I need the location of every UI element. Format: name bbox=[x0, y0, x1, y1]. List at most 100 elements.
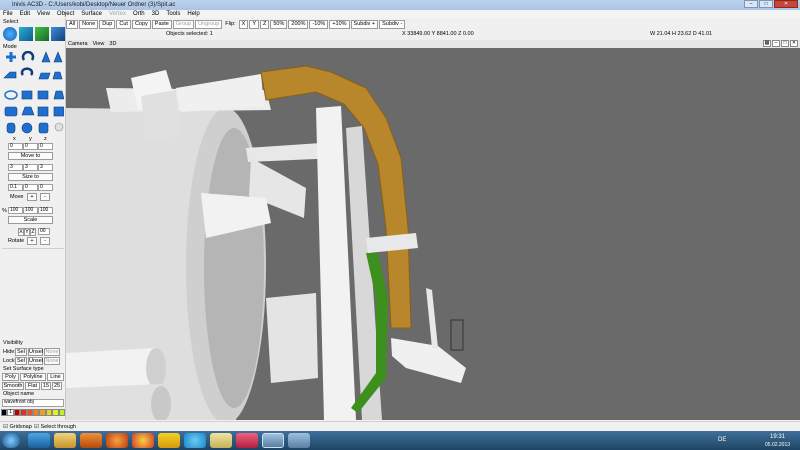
move-x-input[interactable]: 0.1 bbox=[8, 184, 23, 191]
extrude-tool-icon[interactable] bbox=[41, 51, 51, 63]
size-z-input[interactable]: 3 bbox=[38, 164, 53, 171]
rectangle-tool-icon[interactable] bbox=[21, 90, 33, 100]
image-app-icon[interactable] bbox=[288, 433, 310, 448]
flip-x-button[interactable]: X bbox=[238, 19, 249, 29]
lock-unsel-button[interactable]: Unsel bbox=[28, 357, 43, 365]
paste-button[interactable]: Paste bbox=[151, 19, 172, 29]
surface-poly-button[interactable]: Poly bbox=[2, 373, 19, 381]
move-tool-icon[interactable] bbox=[6, 52, 16, 62]
move-minus-button[interactable]: - bbox=[40, 193, 50, 201]
menu-view[interactable]: View bbox=[37, 11, 50, 17]
pyramid-tool-icon[interactable] bbox=[21, 106, 35, 116]
object-name-input[interactable]: wavefront obj bbox=[2, 399, 64, 407]
lock-sel-button[interactable]: Sel bbox=[15, 357, 27, 365]
rotate-plus-button[interactable]: + bbox=[27, 237, 37, 245]
cone-tool-icon[interactable] bbox=[53, 51, 63, 63]
move-to-z-input[interactable]: 0 bbox=[38, 143, 53, 150]
cube-tool-icon[interactable] bbox=[53, 106, 64, 117]
media-player-icon[interactable] bbox=[80, 433, 102, 448]
ellipse-tool-icon[interactable] bbox=[4, 90, 18, 100]
notes-icon[interactable] bbox=[210, 433, 232, 448]
move-z-input[interactable]: 0 bbox=[38, 184, 53, 191]
size-y-input[interactable]: 3 bbox=[23, 164, 38, 171]
rotate-angle-input[interactable]: 00 bbox=[38, 228, 50, 235]
ungroup-button[interactable]: Ungroup bbox=[195, 19, 223, 29]
cut-button[interactable]: Cut bbox=[116, 19, 131, 29]
menu-orth[interactable]: Orth bbox=[133, 11, 145, 17]
cylinder-tool-icon[interactable] bbox=[6, 122, 16, 134]
move-to-x-input[interactable]: 0 bbox=[8, 143, 23, 150]
subdiv-minus-button[interactable]: Subdiv - bbox=[379, 19, 406, 29]
clock-date[interactable]: 05.02.2013 bbox=[765, 442, 790, 448]
rotate-tool-icon[interactable] bbox=[21, 51, 35, 61]
surface-line-button[interactable]: Line bbox=[47, 373, 64, 381]
rotate-minus-button[interactable]: - bbox=[40, 237, 50, 245]
select-vertex-icon[interactable] bbox=[19, 27, 33, 41]
viewport-maximize-icon[interactable]: □ bbox=[781, 40, 789, 47]
viewport-minimize-icon[interactable]: – bbox=[772, 40, 780, 47]
select-all-button[interactable]: All bbox=[66, 19, 79, 29]
network-app-icon[interactable] bbox=[262, 433, 284, 448]
subdiv-plus-button[interactable]: Subdiv + bbox=[350, 19, 379, 29]
flip-y-button[interactable]: Y bbox=[249, 19, 259, 29]
palette-swatch[interactable] bbox=[58, 409, 66, 416]
light-bulb-icon[interactable] bbox=[54, 122, 64, 132]
duplicate-button[interactable]: Dup bbox=[99, 19, 116, 29]
viewport-layout-icon[interactable]: ▦ bbox=[763, 40, 771, 47]
zoom-minus10-button[interactable]: -10% bbox=[309, 19, 329, 29]
3d-viewport[interactable] bbox=[66, 48, 800, 420]
move-to-y-input[interactable]: 0 bbox=[23, 143, 38, 150]
menu-surface[interactable]: Surface bbox=[81, 11, 102, 17]
hide-sel-button[interactable]: Sel bbox=[15, 348, 27, 356]
curve-tool-icon[interactable] bbox=[20, 67, 34, 76]
scale-z-input[interactable]: 100 bbox=[38, 207, 53, 214]
camera-menu[interactable]: Camera bbox=[68, 41, 88, 47]
size-x-input[interactable]: 3 bbox=[8, 164, 23, 171]
menu-tools[interactable]: Tools bbox=[166, 11, 180, 17]
skype-icon[interactable] bbox=[184, 433, 206, 448]
explorer-icon[interactable] bbox=[54, 433, 76, 448]
menu-3d[interactable]: 3D bbox=[152, 11, 160, 17]
viewport-close-icon[interactable]: ✕ bbox=[790, 40, 798, 47]
smooth-button[interactable]: Smooth bbox=[2, 382, 24, 390]
hide-unsel-button[interactable]: Unsel bbox=[28, 348, 43, 356]
gridsnap-checkbox[interactable]: ☑ Gridsnap bbox=[3, 424, 32, 430]
surface-tool-icon[interactable] bbox=[52, 71, 63, 80]
copy-button[interactable]: Copy bbox=[131, 19, 151, 29]
move-to-button[interactable]: Move to bbox=[8, 152, 53, 160]
zoom-plus10-button[interactable]: +10% bbox=[329, 19, 350, 29]
surface-polyline-button[interactable]: Polyline bbox=[20, 373, 46, 381]
trapezoid-tool-icon[interactable] bbox=[53, 90, 64, 100]
poly-tool-icon[interactable] bbox=[3, 71, 17, 79]
maximize-button[interactable]: □ bbox=[759, 0, 773, 8]
sphere-tool-icon[interactable] bbox=[21, 122, 33, 134]
minimize-button[interactable]: – bbox=[744, 0, 758, 8]
firefox-icon[interactable] bbox=[106, 433, 128, 448]
start-orb-icon[interactable] bbox=[2, 433, 20, 448]
misc-yellow-icon[interactable] bbox=[158, 433, 180, 448]
plane-tool-icon[interactable] bbox=[38, 72, 51, 80]
move-y-input[interactable]: 0 bbox=[23, 184, 38, 191]
move-plus-button[interactable]: + bbox=[27, 193, 37, 201]
mesh-tool-icon[interactable] bbox=[4, 106, 18, 117]
crease-25-button[interactable]: 25 bbox=[52, 382, 62, 390]
chrome-icon[interactable] bbox=[132, 433, 154, 448]
select-group-icon[interactable] bbox=[35, 27, 49, 41]
rotate-axis-z[interactable]: Z bbox=[30, 228, 36, 236]
flat-button[interactable]: Flat bbox=[25, 382, 40, 390]
menu-help[interactable]: Help bbox=[187, 11, 199, 17]
menu-object[interactable]: Object bbox=[57, 11, 74, 17]
scale-y-input[interactable]: 100 bbox=[23, 207, 38, 214]
close-button[interactable]: ✕ bbox=[774, 0, 798, 8]
zoom-50-button[interactable]: 50% bbox=[270, 19, 288, 29]
ie-icon[interactable] bbox=[28, 433, 50, 448]
scale-x-input[interactable]: 100 bbox=[8, 207, 23, 214]
select-object-icon[interactable] bbox=[3, 27, 17, 41]
zoom-200-button[interactable]: 200% bbox=[288, 19, 309, 29]
menu-edit[interactable]: Edit bbox=[20, 11, 30, 17]
scale-button[interactable]: Scale bbox=[8, 216, 53, 224]
crease-15-button[interactable]: 15 bbox=[41, 382, 51, 390]
clock-time[interactable]: 19:31 bbox=[770, 434, 785, 440]
ac3d-app-icon[interactable] bbox=[236, 433, 258, 448]
lock-none-button[interactable]: None bbox=[44, 357, 60, 365]
